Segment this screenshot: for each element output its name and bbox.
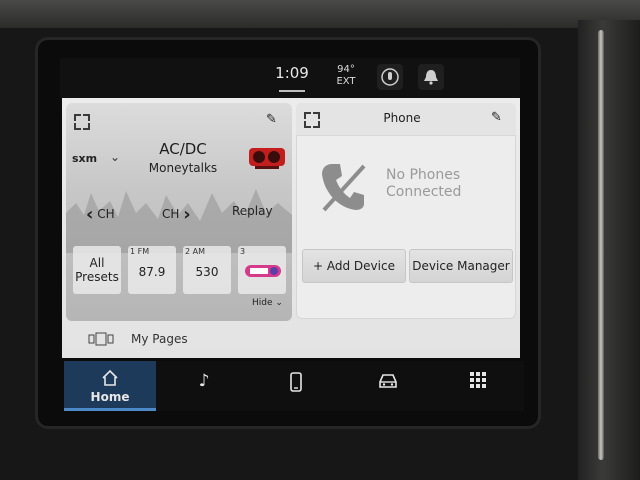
preset-label: All Presets <box>75 256 119 284</box>
notification-bell-icon[interactable] <box>418 64 444 90</box>
preset-frequency: 530 <box>195 265 219 279</box>
apps-grid-icon <box>470 372 486 388</box>
phone-disconnected-icon <box>322 164 366 212</box>
all-presets-button[interactable]: All Presets <box>73 246 121 294</box>
phone-icon <box>290 372 302 392</box>
channel-prev-label: CH <box>97 207 115 221</box>
channel-logo-image <box>249 148 285 169</box>
preset-2-button[interactable]: 2 AM 530 <box>183 246 231 294</box>
nav-vehicle-button[interactable] <box>344 361 432 411</box>
channel-next-button[interactable]: CH › <box>162 204 191 225</box>
preset-number: 2 AM <box>185 247 206 256</box>
my-pages-label[interactable]: My Pages <box>131 332 188 346</box>
my-pages-icon[interactable] <box>88 332 114 346</box>
clock-time: 1:09 <box>275 64 309 82</box>
temperature-label: EXT <box>336 76 356 87</box>
nav-phone-button[interactable] <box>252 361 340 411</box>
device-manager-button[interactable]: Device Manager <box>409 249 513 283</box>
no-phones-line2: Connected <box>386 184 462 200</box>
voice-mic-icon[interactable] <box>377 64 403 90</box>
phone-expand-icon[interactable] <box>304 112 320 128</box>
channel-prev-button[interactable]: ‹ CH <box>86 204 115 225</box>
no-phones-message: No Phones Connected <box>386 167 496 201</box>
source-chevron-down-icon[interactable]: ⌄ <box>110 150 120 164</box>
clock-underline <box>279 90 305 92</box>
nav-apps-button[interactable] <box>434 361 522 411</box>
preset-number: 1 FM <box>130 247 150 256</box>
dashboard-trim-top <box>0 0 640 28</box>
phone-card-title: Phone <box>383 111 421 125</box>
replay-button[interactable]: Replay <box>232 204 273 218</box>
outside-temperature: 94° EXT <box>332 64 360 88</box>
nav-home-label: Home <box>90 390 130 404</box>
hide-presets-button[interactable]: Hide ⌄ <box>252 298 283 308</box>
temperature-value: 94° <box>337 64 355 75</box>
radio-expand-icon[interactable] <box>74 114 90 130</box>
hits1-logo <box>245 265 281 277</box>
music-note-icon: ♪ <box>198 371 210 391</box>
add-device-button[interactable]: + Add Device <box>302 249 406 283</box>
hide-label: Hide <box>252 298 273 308</box>
preset-number: 3 <box>240 247 246 256</box>
nav-media-button[interactable]: ♪ <box>160 361 248 411</box>
preset-3-button[interactable]: 3 <box>238 246 286 294</box>
no-phones-line1: No Phones <box>386 167 461 183</box>
preset-frequency: 87.9 <box>138 265 166 279</box>
now-playing-artist: AC/DC <box>159 140 207 158</box>
preset-1-button[interactable]: 1 FM 87.9 <box>128 246 176 294</box>
home-icon <box>102 369 118 386</box>
nav-home-button[interactable]: Home <box>64 361 156 411</box>
car-icon <box>379 374 397 388</box>
phone-edit-pencil-icon[interactable]: ✎ <box>491 110 502 125</box>
now-playing-song: Moneytalks <box>148 161 218 175</box>
radio-edit-pencil-icon[interactable]: ✎ <box>266 112 277 127</box>
sxm-logo: sxm <box>72 152 98 165</box>
dashboard-trim-right <box>578 20 640 480</box>
channel-next-label: CH <box>162 207 180 221</box>
